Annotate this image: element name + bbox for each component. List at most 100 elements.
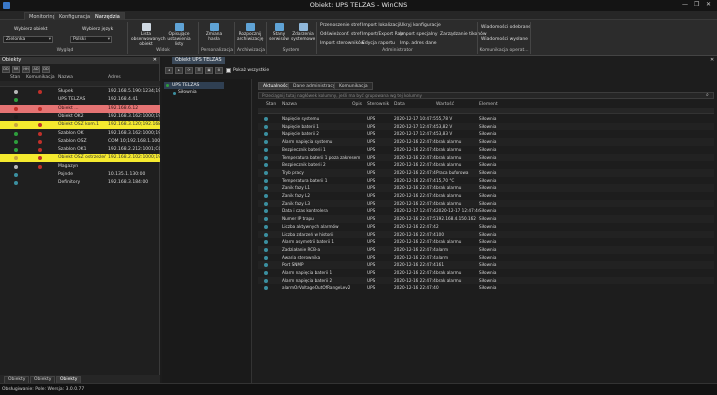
minimize-icon[interactable]: — [682,1,688,8]
cell-nazwa: alarmOrVoltageOutOfRangeLev2 [282,285,351,291]
tab-narzedzia[interactable]: Narzędzia [90,12,125,20]
table-row[interactable]: Temperatura baterii 1 poza zakresem UPS 20… [258,153,714,162]
table-row[interactable]: Liczba aktywnych alarmów UPS 2020-12-16 22… [258,222,714,231]
tab-komunikacja[interactable]: Komunikacja [334,82,373,90]
object-row[interactable]: Obiekt ... 192.168.6.12 [0,104,160,113]
col-sterownik[interactable]: Sterownik [367,102,389,107]
language-combo[interactable]: Polski [70,36,112,43]
cell-data: 2020-12-17 12:47:44 [394,208,436,214]
admin-link[interactable]: Import specjalny [400,32,438,37]
search-icon[interactable]: ⌕ [706,92,709,98]
table-row[interactable]: Alarm asymetrii baterii 1 UPS 2020-12-16 2… [258,238,714,246]
object-row[interactable]: Szablon OK1 192.168.2.212:1001;COM 10 [0,146,160,154]
col-opis[interactable]: Opis [352,102,362,107]
admin-link[interactable]: Import sterowników [320,41,364,46]
col-element[interactable]: Element [479,102,498,107]
toolbar-button[interactable]: ⟳ [185,67,193,74]
toolbar-button[interactable]: DD [2,66,10,73]
admin-link[interactable]: Przenoszenie stref [320,23,361,28]
object-tab[interactable]: Obiekt UPS TELZAS [172,57,225,64]
table-row[interactable]: Zanik fazy L3 UPS 2020-12-16 22:47:46 brak … [258,199,714,208]
toolbar-button[interactable]: HH [22,66,30,73]
table-row[interactable]: Zanik fazy L1 UPS 2020-12-16 22:47:46 brak … [258,184,714,192]
col-adres[interactable]: Adres [108,75,121,80]
admin-link[interactable]: Odświeżconf. stref [320,32,361,37]
table-row[interactable]: Alarm napięcia baterii 1 UPS 2020-12-16 22… [258,269,714,277]
outbox-link[interactable]: Wiadomości wysłane [481,37,528,42]
col-nazwa[interactable]: Nazwa [282,102,297,107]
cell-sterownik: UPS [367,146,376,152]
table-row[interactable]: Numer IP trapu UPS 2020-12-16 22:47:54 192.… [258,215,714,223]
group-by-bar[interactable]: Przeciągnij tutaj nagłówek kolumny, jeśl… [258,92,714,99]
object-row[interactable]: Szablon OSZ COM 10;192.168.1.100:1000 [0,138,160,146]
table-row[interactable]: Awaria sterownika UPS 2020-12-16 22:47:46 a… [258,253,714,262]
filter-row[interactable] [258,108,714,114]
admin-link[interactable]: Imp. adres dane [400,41,437,46]
toolbar-button[interactable]: ▸ [175,67,183,74]
maximize-icon[interactable]: ❐ [694,1,699,8]
table-row[interactable]: Napięcie baterii 2 UPS 2020-12-17 12:47:44… [258,130,714,139]
tab-close-icon[interactable]: ✕ [710,57,714,63]
object-row[interactable]: Pojnde 10.135.1.130:00 [0,171,160,179]
panel-close-icon[interactable]: ✕ [153,57,157,64]
table-row[interactable]: Alarm napięcia systemu UPS 2020-12-16 22:4… [258,138,714,146]
list-button[interactable]: Lista obserwowanych obiekt [131,23,166,47]
comm-status-icon [38,156,42,161]
toolbar-button[interactable]: ⚙ [215,67,223,74]
filter-row[interactable] [0,81,160,87]
object-row[interactable]: Obiekt OK2 192.168.3.162:1000;192.168.2.1 [0,113,160,121]
cell-sterownik: UPS [367,246,376,252]
object-combo[interactable]: Zielonka [3,36,53,43]
admin-link[interactable]: Ukryj konfiguracje [400,23,441,28]
object-row[interactable]: Obiekt OSZ kom.1 192.168.3.120;192.168.3.… [0,121,160,130]
toolbar-button[interactable]: RR [12,66,20,73]
close-icon[interactable]: ✕ [706,1,711,8]
table-row[interactable]: Zanik fazy L2 UPS 2020-12-16 22:47:46 brak … [258,192,714,200]
table-row[interactable]: Liczba zdarzeń w historii UPS 2020-12-16 2… [258,230,714,239]
object-row[interactable]: Szablon OK 192.168.3.162:1000;192.168.2.1 [0,130,160,138]
toolbar-button[interactable]: ☰ [195,67,203,74]
admin-link[interactable]: Zarządzanie tikonów [440,32,487,37]
service-status-button[interactable]: Stany serwisów [268,23,290,42]
status-dot-icon [264,163,268,168]
tab-konfiguracja[interactable]: Konfiguracja [54,12,96,20]
table-row[interactable]: Port SNMP UPS 2020-12-16 22:47:44 161 Siłown… [258,261,714,269]
toolbar-button[interactable]: ▣ [205,67,213,74]
col-stan[interactable]: Stan [10,75,20,80]
show-all-checkbox[interactable] [226,68,231,73]
toolbar-button[interactable]: AD [32,66,40,73]
admin-link[interactable]: Import lokalizacji [362,23,400,28]
admin-link[interactable]: Edycja raportu [362,41,395,46]
toolbar-button[interactable]: DD [42,66,50,73]
table-row[interactable]: Temperatura baterii 1 UPS 2020-12-16 22:47… [258,176,714,185]
cell-data: 2020-12-17 12:47:44 [394,131,436,137]
table-row[interactable]: Alarm napięcia baterii 2 UPS 2020-12-16 22… [258,276,714,285]
table-row[interactable]: Data i czas kontrolera UPS 2020-12-17 12:4… [258,207,714,216]
inbox-link[interactable]: Wiadomości odebrane [481,25,531,30]
object-row[interactable]: UPS TELZAS 192.168.4.41 [0,96,160,104]
object-row[interactable]: Magazyn [0,163,160,171]
table-row[interactable]: Bezpiecznik baterii 1 UPS 2020-12-16 22:47… [258,145,714,154]
col-nazwa[interactable]: Nazwa [58,75,73,80]
table-row[interactable]: Bezpiecznik baterii 2 UPS 2020-12-16 22:47… [258,161,714,169]
object-row[interactable]: Definitory 192.168.3.184:00 [0,179,160,187]
admin-link[interactable]: Import/Export Rap [362,32,403,37]
table-row[interactable]: Tryb pracy UPS 2020-12-16 22:47:44 Praca bu… [258,168,714,177]
cell-wartosc: alarm [436,254,449,260]
tree-root[interactable]: UPS TELZAS [164,82,224,89]
start-archive-button[interactable]: Rozpocznij archiwizację [237,23,263,42]
col-komunikacja[interactable]: Komunikacja [26,75,55,80]
object-row[interactable]: Słupek 192.168.5.190:1234;192.168.2.1 [0,88,160,96]
col-data[interactable]: Data [394,102,405,107]
table-row[interactable]: alarmOrVoltageOutOfRangeLev2 UPS 2020-12-1… [258,284,714,293]
toolbar-button[interactable]: ◂ [165,67,173,74]
object-row[interactable]: Obiekt OSZ ostrzeżeń 1 192.168.2.102:1000… [0,154,160,163]
table-row[interactable]: Napięcie systemu UPS 2020-12-17 10:47:53 55… [258,115,714,123]
change-password-button[interactable]: Zmiana hasła [203,23,225,42]
table-row[interactable]: Zadziałanie RCB-a UPS 2020-12-16 22:47:46 a… [258,245,714,254]
col-wartosc[interactable]: Wartość [436,102,454,107]
system-events-button[interactable]: Zdarzenia systemowe [291,23,315,42]
col-stan[interactable]: Stan [266,102,276,107]
settings-button[interactable]: Opisujące ustawienia listy [164,23,194,47]
table-row[interactable]: Napięcie baterii 1 UPS 2020-12-17 12:47:44… [258,122,714,131]
